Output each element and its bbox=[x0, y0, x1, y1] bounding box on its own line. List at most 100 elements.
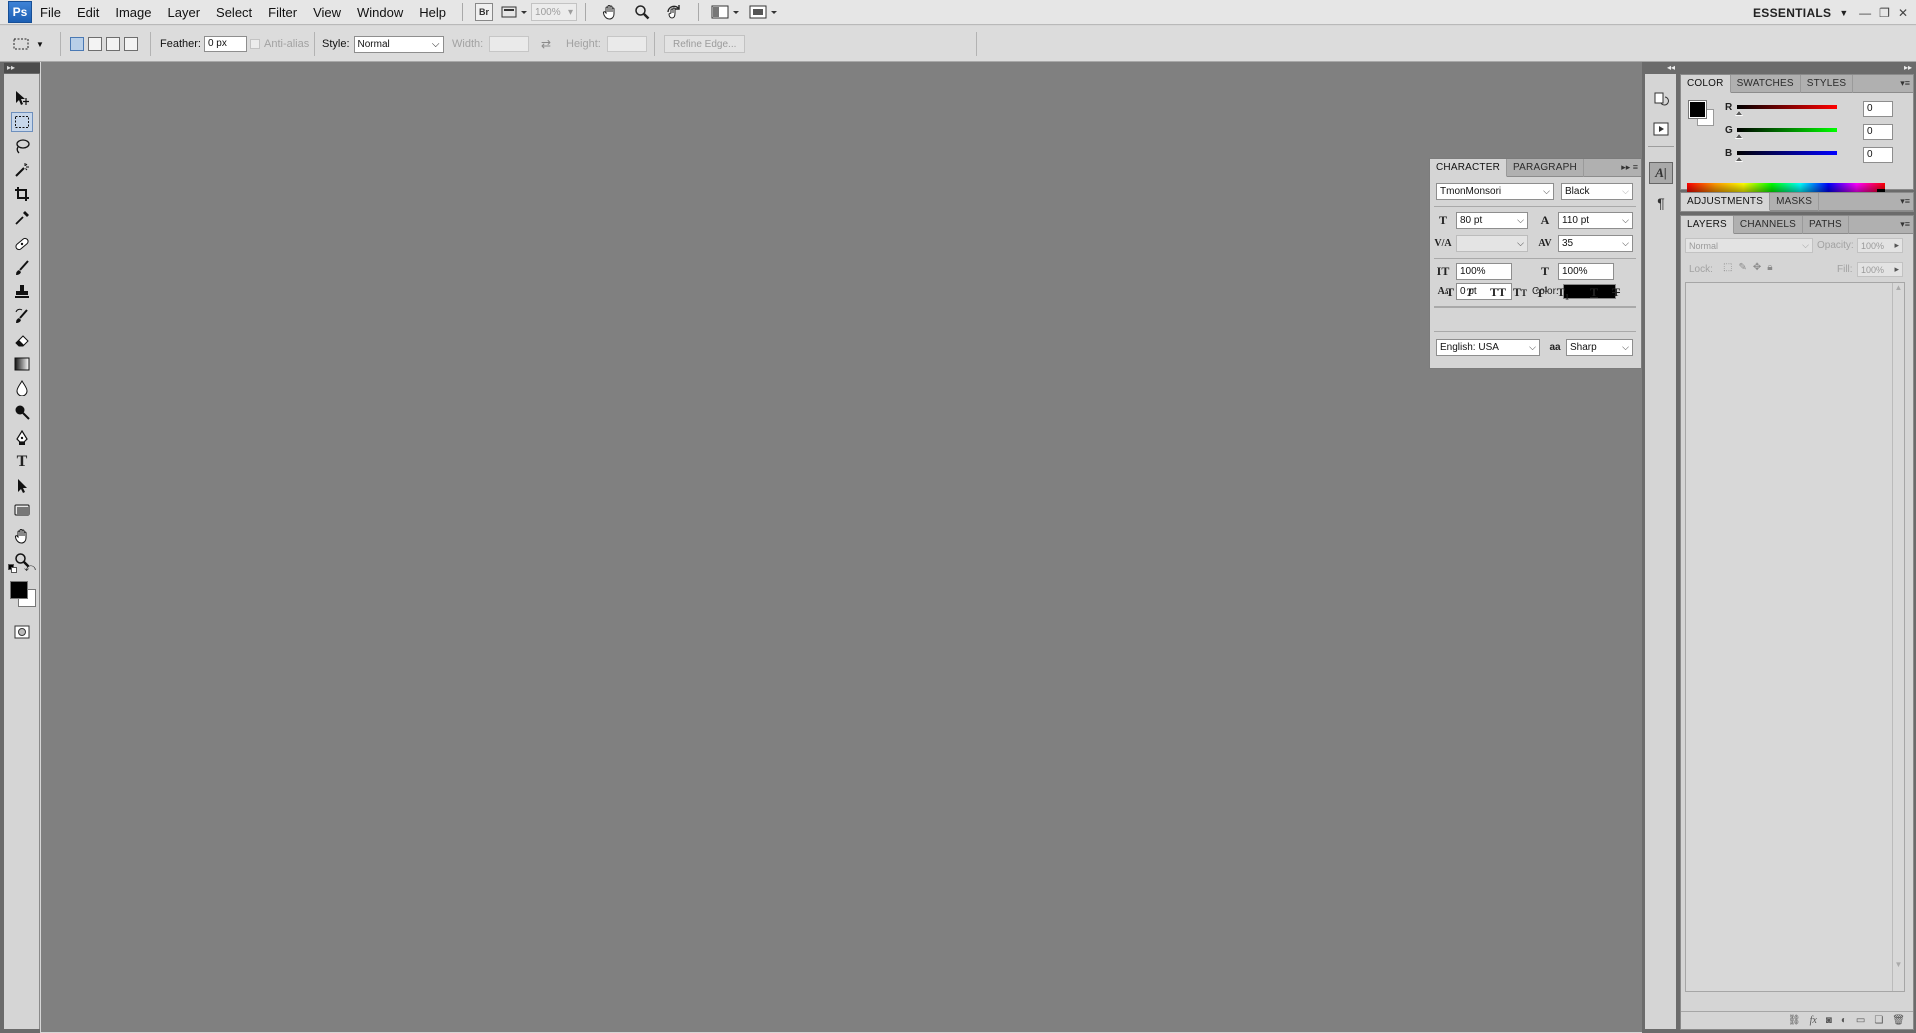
brush-tool[interactable] bbox=[11, 258, 33, 278]
new-layer-icon[interactable]: ❏ bbox=[1874, 1015, 1883, 1026]
arrange-documents-button[interactable] bbox=[711, 2, 741, 22]
clone-stamp-tool[interactable] bbox=[11, 282, 33, 302]
faux-bold-icon[interactable]: T bbox=[1446, 285, 1454, 300]
font-size-select[interactable]: 80 pt ⌵ bbox=[1456, 212, 1528, 229]
layers-list[interactable]: ▲ ▼ bbox=[1685, 282, 1905, 992]
menu-layer[interactable]: Layer bbox=[160, 0, 209, 25]
leading-select[interactable]: 110 pt ⌵ bbox=[1558, 212, 1633, 229]
red-channel-slider[interactable] bbox=[1737, 105, 1837, 109]
default-colors-icon[interactable] bbox=[8, 564, 18, 574]
layer-style-icon[interactable]: fx bbox=[1810, 1015, 1817, 1026]
tab-channels[interactable]: CHANNELS bbox=[1734, 216, 1803, 234]
strikethrough-icon[interactable]: T bbox=[1612, 285, 1620, 300]
slider-handle-icon[interactable] bbox=[1735, 133, 1743, 139]
character-panel-button[interactable]: A| bbox=[1649, 162, 1673, 184]
style-select[interactable]: Normal ⌵ bbox=[353, 35, 444, 53]
panel-menu-icon[interactable]: ▸▸ ≡ bbox=[1621, 162, 1638, 173]
path-selection-tool[interactable] bbox=[11, 476, 33, 496]
adjustment-layer-icon[interactable]: ◐ bbox=[1841, 1015, 1847, 1026]
move-tool[interactable] bbox=[11, 88, 33, 108]
scroll-up-icon[interactable]: ▲ bbox=[1893, 283, 1904, 292]
minimize-icon[interactable]: — bbox=[1859, 6, 1871, 20]
menu-help[interactable]: Help bbox=[411, 0, 454, 25]
view-extras-button[interactable] bbox=[501, 2, 528, 22]
tab-color[interactable]: COLOR bbox=[1681, 75, 1731, 93]
menu-select[interactable]: Select bbox=[208, 0, 260, 25]
font-style-select[interactable]: Black ⌵ bbox=[1561, 183, 1633, 200]
lasso-tool[interactable] bbox=[11, 136, 33, 156]
foreground-color-swatch[interactable] bbox=[10, 581, 28, 599]
trash-icon[interactable]: 🗑︎ bbox=[1892, 1015, 1905, 1026]
tab-paths[interactable]: PATHS bbox=[1803, 216, 1849, 234]
green-channel-slider[interactable] bbox=[1737, 128, 1837, 132]
red-channel-input[interactable]: 0 bbox=[1863, 101, 1893, 117]
slider-handle-icon[interactable] bbox=[1735, 110, 1743, 116]
link-layers-icon[interactable]: ⛓ bbox=[1788, 1015, 1801, 1026]
tab-paragraph[interactable]: PARAGRAPH bbox=[1507, 159, 1584, 177]
panel-menu-icon[interactable]: ▾≡ bbox=[1900, 196, 1910, 207]
launch-bridge-button[interactable]: Br bbox=[475, 3, 494, 21]
rotate-view-button[interactable] bbox=[662, 2, 686, 22]
type-tool[interactable]: T bbox=[11, 452, 33, 472]
dodge-tool[interactable] bbox=[11, 402, 33, 422]
eraser-tool[interactable] bbox=[11, 330, 33, 350]
scroll-down-icon[interactable]: ▼ bbox=[1893, 960, 1904, 969]
menu-file[interactable]: File bbox=[32, 0, 69, 25]
crop-tool[interactable] bbox=[11, 184, 33, 204]
tab-layers[interactable]: LAYERS bbox=[1681, 216, 1734, 234]
spot-healing-brush-tool[interactable] bbox=[11, 234, 33, 254]
horizontal-scale-input[interactable]: 100% bbox=[1558, 263, 1614, 280]
menu-edit[interactable]: Edit bbox=[69, 0, 107, 25]
font-family-select[interactable]: TmonMonsori ⌵ bbox=[1436, 183, 1554, 200]
faux-italic-icon[interactable]: T bbox=[1466, 285, 1473, 300]
expand-dock-icon[interactable]: ▸▸ bbox=[1904, 63, 1912, 73]
foreground-color-swatch[interactable] bbox=[1688, 100, 1707, 119]
pen-tool[interactable] bbox=[11, 428, 33, 448]
paragraph-panel-button[interactable]: ¶ bbox=[1649, 192, 1673, 214]
gradient-tool[interactable] bbox=[11, 354, 33, 374]
antialias-select[interactable]: Sharp ⌵ bbox=[1566, 339, 1633, 356]
blue-channel-slider[interactable] bbox=[1737, 151, 1837, 155]
screen-mode-button[interactable] bbox=[749, 2, 779, 22]
zoom-tool-button[interactable] bbox=[630, 2, 654, 22]
intersect-selection-icon[interactable] bbox=[124, 37, 138, 51]
rectangle-shape-tool[interactable] bbox=[11, 500, 33, 520]
superscript-icon[interactable]: T1 bbox=[1536, 285, 1548, 301]
quick-selection-tool[interactable] bbox=[11, 160, 33, 180]
menu-view[interactable]: View bbox=[305, 0, 349, 25]
tool-preset-picker[interactable]: ▼ bbox=[12, 34, 44, 54]
history-brush-tool[interactable] bbox=[11, 306, 33, 326]
blur-tool[interactable] bbox=[11, 378, 33, 398]
underline-icon[interactable]: T bbox=[1590, 285, 1598, 300]
document-canvas-area[interactable] bbox=[41, 62, 1642, 1032]
quick-mask-button[interactable] bbox=[11, 622, 33, 642]
collapse-dock-icon[interactable]: ◂◂ bbox=[1667, 63, 1675, 73]
kerning-select[interactable]: ⌵ bbox=[1456, 235, 1528, 252]
swap-colors-icon[interactable]: ⤺ bbox=[24, 562, 36, 575]
tab-styles[interactable]: STYLES bbox=[1801, 75, 1854, 93]
menu-filter[interactable]: Filter bbox=[260, 0, 305, 25]
eyedropper-tool[interactable] bbox=[11, 208, 33, 228]
tab-swatches[interactable]: SWATCHES bbox=[1731, 75, 1801, 93]
rectangular-marquee-tool[interactable] bbox=[11, 112, 33, 132]
menu-window[interactable]: Window bbox=[349, 0, 411, 25]
toolbox-header[interactable]: ▸▸ bbox=[4, 63, 40, 73]
hand-tool-button[interactable] bbox=[598, 2, 622, 22]
blue-channel-input[interactable]: 0 bbox=[1863, 147, 1893, 163]
feather-input[interactable]: 0 px bbox=[203, 36, 247, 52]
subscript-icon[interactable]: T1 bbox=[1557, 285, 1569, 301]
panel-menu-icon[interactable]: ▾≡ bbox=[1900, 78, 1910, 89]
history-panel-button[interactable] bbox=[1649, 88, 1673, 110]
vertical-scale-input[interactable]: 100% bbox=[1456, 263, 1512, 280]
actions-panel-button[interactable] bbox=[1649, 118, 1673, 140]
restore-icon[interactable]: ❐ bbox=[1879, 6, 1890, 20]
layers-scrollbar[interactable]: ▲ ▼ bbox=[1892, 283, 1904, 991]
panel-menu-icon[interactable]: ▾≡ bbox=[1900, 219, 1910, 230]
tab-masks[interactable]: MASKS bbox=[1770, 193, 1820, 211]
new-group-icon[interactable]: ▭ bbox=[1856, 1015, 1865, 1026]
menu-image[interactable]: Image bbox=[107, 0, 159, 25]
all-caps-icon[interactable]: TT bbox=[1490, 285, 1506, 300]
close-icon[interactable]: ✕ bbox=[1898, 6, 1908, 20]
green-channel-input[interactable]: 0 bbox=[1863, 124, 1893, 140]
tracking-select[interactable]: 35 ⌵ bbox=[1558, 235, 1633, 252]
